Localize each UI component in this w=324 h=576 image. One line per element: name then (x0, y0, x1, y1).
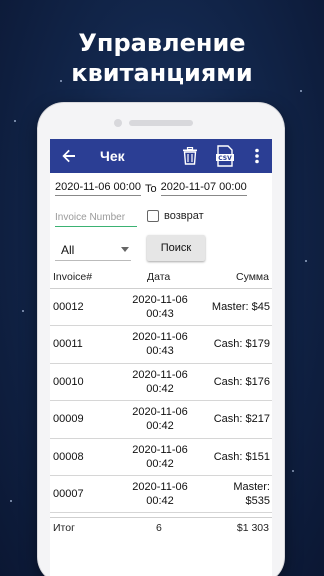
star (305, 260, 307, 262)
date-value: 2020-11-06 (132, 294, 188, 306)
table-row[interactable]: 00012 2020-11-06 00:43 Master: $45 (50, 289, 272, 327)
date-cell: 2020-11-06 00:42 (120, 443, 200, 471)
time-value: 00:42 (146, 382, 174, 395)
promo-line-1: Управление (78, 29, 246, 57)
csv-file-icon[interactable]: CSV (214, 144, 236, 168)
date-from-field[interactable]: 2020-11-06 00:00 (55, 181, 142, 196)
invoice-cell: 00011 (53, 338, 83, 351)
table-header: Invoice# Дата Сумма (50, 269, 272, 289)
star (10, 500, 12, 502)
table-row[interactable]: 00008 2020-11-06 00:42 Cash: $151 (50, 439, 272, 476)
back-arrow-icon[interactable] (58, 145, 80, 167)
star (300, 90, 302, 92)
more-vert-icon[interactable] (248, 146, 266, 166)
date-cell: 2020-11-06 00:42 (120, 405, 200, 433)
promo-line-2: квитанциями (71, 59, 253, 87)
date-to-field[interactable]: 2020-11-07 00:00 (160, 181, 247, 196)
sum-line-1: Master: (233, 480, 270, 493)
app-bar: Чек CSV (50, 139, 272, 173)
sum-line-2: $535 (245, 494, 270, 507)
date-cell: 2020-11-06 00:42 (120, 368, 200, 396)
svg-text:CSV: CSV (218, 155, 232, 162)
table-row[interactable]: 00011 2020-11-06 00:43 Cash: $179 (50, 326, 272, 364)
payment-type-value: All (61, 243, 75, 257)
date-value: 2020-11-06 (132, 480, 188, 493)
date-value: 2020-11-06 (132, 368, 188, 381)
invoice-number-input[interactable] (55, 209, 137, 227)
time-value: 00:43 (146, 345, 174, 358)
time-value: 00:42 (146, 457, 174, 470)
date-cell: 2020-11-06 00:43 (120, 293, 200, 321)
invoice-cell: 00009 (53, 413, 84, 426)
total-sum: $1 303 (236, 522, 269, 534)
invoice-cell: 00012 (53, 301, 84, 313)
star (22, 310, 24, 312)
date-range-row: 2020-11-06 00:00 To 2020-11-07 00:00 (55, 181, 247, 196)
table-row[interactable]: 00009 2020-11-06 00:42 Cash: $217 (50, 401, 272, 439)
sum-cell: Master: $45 (211, 301, 270, 313)
invoice-table: 00012 2020-11-06 00:43 Master: $45 00011… (50, 289, 272, 514)
invoice-cell: 00010 (53, 375, 84, 388)
total-label: Итог (53, 522, 75, 534)
header-date: Дата (147, 271, 171, 283)
sum-cell: Master: $535 (208, 480, 270, 508)
header-invoice: Invoice# (53, 271, 93, 283)
table-footer: Итог 6 $1 303 (50, 517, 272, 537)
date-cell: 2020-11-06 00:43 (120, 330, 200, 358)
return-checkbox-label: возврат (164, 210, 204, 222)
sum-cell: Cash: $151 (213, 450, 270, 463)
phone-frame: Чек CSV 2020-11-06 00:00 To 2020-11-07 0… (38, 103, 284, 576)
time-value: 00:43 (146, 308, 174, 320)
promo-heading: Управление квитанциями (0, 28, 324, 88)
trash-icon[interactable] (180, 145, 200, 167)
sum-cell: Cash: $217 (213, 413, 270, 426)
total-count: 6 (156, 522, 162, 534)
sum-cell: Cash: $176 (213, 375, 270, 388)
front-camera (114, 119, 122, 127)
search-button[interactable]: Поиск (147, 235, 205, 261)
date-value: 2020-11-06 (132, 443, 188, 456)
table-row[interactable]: 00007 2020-11-06 00:42 Master: $535 (50, 476, 272, 514)
star (14, 120, 16, 122)
time-value: 00:42 (146, 494, 174, 507)
sum-cell: Cash: $179 (213, 338, 270, 351)
invoice-cell: 00007 (53, 487, 84, 500)
date-cell: 2020-11-06 00:42 (120, 480, 200, 508)
phone-speaker (129, 120, 193, 126)
return-checkbox[interactable] (147, 210, 159, 222)
header-sum: Сумма (236, 271, 269, 283)
to-label: To (145, 182, 157, 195)
screen-title: Чек (100, 148, 125, 164)
time-value: 00:42 (146, 420, 174, 433)
table-row[interactable]: 00010 2020-11-06 00:42 Cash: $176 (50, 364, 272, 402)
dropdown-caret-icon (121, 247, 129, 252)
payment-type-select[interactable]: All (55, 239, 131, 261)
date-value: 2020-11-06 (132, 406, 188, 419)
app-screen: Чек CSV 2020-11-06 00:00 To 2020-11-07 0… (50, 139, 272, 576)
invoice-cell: 00008 (53, 450, 84, 463)
date-value: 2020-11-06 (132, 331, 188, 344)
star (292, 470, 294, 472)
